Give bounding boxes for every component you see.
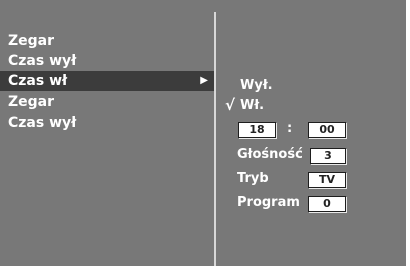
volume-field[interactable]: 3 — [310, 148, 346, 164]
menu-item-label: Czas wył — [8, 115, 77, 131]
timer-menu-panel: Zegar Czas wył Czas wł ▶ Zegar Czas wył — [0, 0, 214, 266]
osd-menu-frame: Zegar Czas wył Czas wł ▶ Zegar Czas wył … — [0, 0, 406, 266]
menu-item-label: Zegar — [8, 94, 55, 110]
panel-divider — [214, 12, 216, 266]
option-on[interactable]: Wł. — [240, 97, 264, 115]
menu-item-on-time[interactable]: Czas wł ▶ — [0, 71, 214, 91]
volume-label: Głośność — [237, 147, 303, 162]
menu-item-clock-2[interactable]: Zegar — [8, 92, 214, 112]
mode-field[interactable]: TV — [308, 172, 346, 188]
time-separator: : — [287, 121, 293, 136]
hour-field[interactable]: 18 — [238, 122, 276, 138]
menu-item-off-time-2[interactable]: Czas wył — [8, 113, 214, 133]
mode-label: Tryb — [237, 171, 269, 186]
submenu-arrow-icon: ▶ — [200, 75, 208, 86]
menu-item-off-time[interactable]: Czas wył — [8, 51, 214, 71]
menu-item-label: Czas wył — [8, 53, 77, 69]
program-field[interactable]: 0 — [308, 196, 346, 212]
program-label: Program — [237, 195, 300, 210]
minute-field[interactable]: 00 — [308, 122, 346, 138]
option-off[interactable]: Wył. — [240, 77, 273, 95]
menu-item-clock[interactable]: Zegar — [8, 31, 214, 51]
check-mark-icon: √ — [225, 96, 236, 114]
menu-item-label: Czas wł — [8, 73, 68, 89]
menu-item-label: Zegar — [8, 33, 55, 49]
